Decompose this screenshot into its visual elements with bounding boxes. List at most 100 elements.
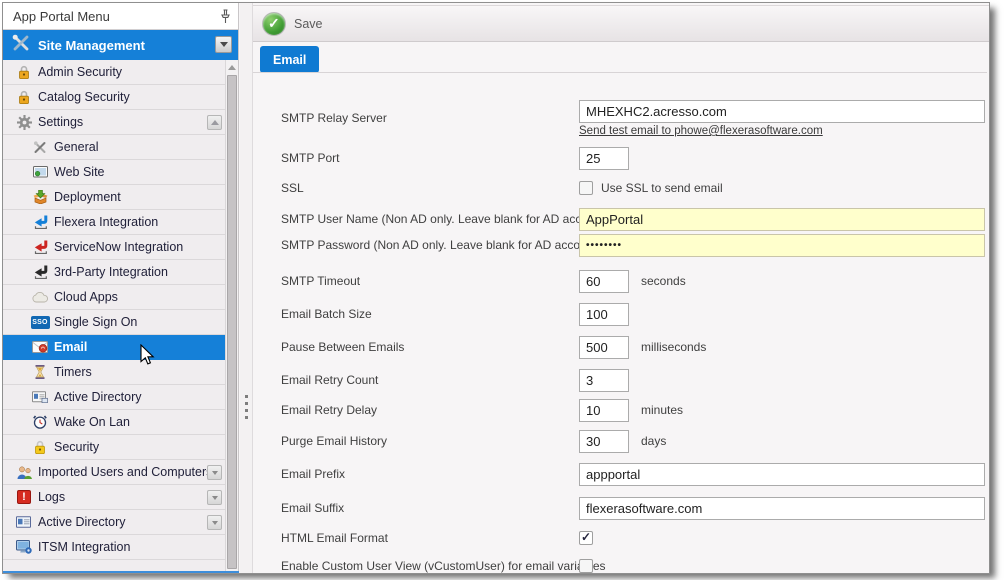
sidebar-item-active-directory-top[interactable]: Active Directory bbox=[3, 510, 226, 535]
sidebar-item-settings[interactable]: Settings bbox=[3, 110, 226, 135]
smtp-username-input[interactable] bbox=[579, 208, 985, 231]
field-label: Email Retry Count bbox=[281, 369, 577, 392]
field-label: HTML Email Format bbox=[281, 527, 577, 550]
form-row-smtp-timeout: SMTP Timeout seconds bbox=[253, 270, 987, 293]
sidebar-item-admin-security[interactable]: Admin Security bbox=[3, 60, 226, 85]
html-email-format-checkbox[interactable] bbox=[579, 531, 593, 545]
item-label: Imported Users and Computers bbox=[38, 465, 212, 479]
item-label: Settings bbox=[38, 115, 83, 129]
item-dropdown-button[interactable] bbox=[207, 465, 222, 480]
unit-label: milliseconds bbox=[641, 336, 706, 359]
unit-label: seconds bbox=[641, 270, 686, 293]
section-dropdown-button[interactable] bbox=[215, 36, 232, 53]
tools-icon bbox=[30, 141, 50, 154]
item-label: Security bbox=[54, 440, 99, 454]
form-row-smtp-user: SMTP User Name (Non AD only. Leave blank… bbox=[253, 208, 987, 231]
save-button[interactable]: Save bbox=[262, 12, 323, 36]
form-row-email-prefix: Email Prefix bbox=[253, 463, 987, 486]
email-retry-delay-input[interactable] bbox=[579, 399, 629, 422]
form-row-smtp-port: SMTP Port bbox=[253, 147, 987, 170]
sidebar-item-servicenow-integration[interactable]: ServiceNow Integration bbox=[3, 235, 226, 260]
form-row-email-suffix: Email Suffix bbox=[253, 497, 987, 520]
scrollbar-thumb[interactable] bbox=[227, 75, 237, 569]
item-dropdown-button[interactable] bbox=[207, 515, 222, 530]
item-label: Active Directory bbox=[54, 390, 142, 404]
field-label: Email Retry Delay bbox=[281, 399, 577, 422]
sidebar-item-logs[interactable]: ! Logs bbox=[3, 485, 226, 510]
field-label: SMTP Port bbox=[281, 147, 577, 170]
item-label: Active Directory bbox=[38, 515, 126, 529]
email-retry-count-input[interactable] bbox=[579, 369, 629, 392]
scroll-up-icon[interactable] bbox=[228, 65, 236, 70]
sidebar-bottom-edge bbox=[3, 571, 239, 573]
item-label: Cloud Apps bbox=[54, 290, 118, 304]
email-prefix-input[interactable] bbox=[579, 463, 985, 486]
sidebar-item-deployment[interactable]: Deployment bbox=[3, 185, 226, 210]
sidebar-item-timers[interactable]: Timers bbox=[3, 360, 226, 385]
email-envelope-icon bbox=[30, 341, 50, 353]
item-label: ITSM Integration bbox=[38, 540, 130, 554]
form-row-pause-between-emails: Pause Between Emails milliseconds bbox=[253, 336, 987, 359]
unit-label: days bbox=[641, 430, 666, 453]
ssl-checkbox-label: Use SSL to send email bbox=[601, 177, 723, 200]
section-label: Site Management bbox=[38, 38, 145, 53]
app-window: App Portal Menu Site Management Admin Se… bbox=[2, 2, 990, 574]
email-suffix-input[interactable] bbox=[579, 497, 985, 520]
sidebar-header: App Portal Menu bbox=[3, 3, 238, 30]
sidebar-item-itsm-integration[interactable]: ITSM Integration bbox=[3, 535, 226, 560]
sidebar-item-catalog-security[interactable]: Catalog Security bbox=[3, 85, 226, 110]
item-label: Single Sign On bbox=[54, 315, 137, 329]
panel-splitter[interactable] bbox=[240, 3, 253, 573]
sidebar-item-3rd-party-integration[interactable]: 3rd-Party Integration bbox=[3, 260, 226, 285]
form-row-ssl: SSL Use SSL to send email bbox=[253, 177, 987, 200]
sidebar-item-flexera-integration[interactable]: Flexera Integration bbox=[3, 210, 226, 235]
custom-user-view-checkbox[interactable] bbox=[579, 559, 593, 573]
deploy-box-icon bbox=[30, 190, 50, 204]
sidebar-item-security[interactable]: Security bbox=[3, 435, 226, 460]
smtp-port-input[interactable] bbox=[579, 147, 629, 170]
monitor-icon bbox=[30, 166, 50, 179]
item-label: Wake On Lan bbox=[54, 415, 130, 429]
sidebar-item-general[interactable]: General bbox=[3, 135, 226, 160]
item-label: Flexera Integration bbox=[54, 215, 158, 229]
field-label: SMTP Password (Non AD only. Leave blank … bbox=[281, 234, 577, 257]
users-icon bbox=[14, 466, 34, 479]
sso-badge-icon: SSO bbox=[30, 316, 50, 329]
sidebar-item-single-sign-on[interactable]: SSO Single Sign On bbox=[3, 310, 226, 335]
chevron-down-icon bbox=[212, 496, 218, 500]
form-row-email-retry-delay: Email Retry Delay minutes bbox=[253, 399, 987, 422]
tab-email[interactable]: Email bbox=[260, 46, 319, 73]
smtp-timeout-input[interactable] bbox=[579, 270, 629, 293]
monitor-gear-icon bbox=[14, 540, 34, 554]
sidebar-scrollbar[interactable] bbox=[225, 60, 238, 571]
sidebar-item-imported-users-and-computers[interactable]: Imported Users and Computers bbox=[3, 460, 226, 485]
pin-icon[interactable] bbox=[220, 9, 231, 27]
sidebar-item-partial[interactable] bbox=[3, 560, 226, 571]
item-dropdown-button[interactable] bbox=[207, 490, 222, 505]
sidebar-item-web-site[interactable]: Web Site bbox=[3, 160, 226, 185]
send-test-email-link[interactable]: Send test email to phowe@flexerasoftware… bbox=[579, 125, 823, 137]
pause-between-emails-input[interactable] bbox=[579, 336, 629, 359]
sidebar-item-wake-on-lan[interactable]: Wake On Lan bbox=[3, 410, 226, 435]
save-check-icon bbox=[262, 12, 286, 36]
smtp-relay-server-input[interactable] bbox=[579, 100, 985, 123]
save-label: Save bbox=[294, 17, 323, 31]
form-row-html-email-format: HTML Email Format bbox=[253, 527, 987, 550]
sidebar-item-email[interactable]: Email bbox=[3, 335, 226, 360]
sidebar-item-active-directory[interactable]: Active Directory bbox=[3, 385, 226, 410]
form-row-email-batch-size: Email Batch Size bbox=[253, 303, 987, 326]
sidebar-section-site-management[interactable]: Site Management bbox=[3, 30, 238, 60]
gear-icon bbox=[14, 115, 34, 130]
email-batch-size-input[interactable] bbox=[579, 303, 629, 326]
splitter-grip-icon bbox=[245, 395, 248, 419]
field-label: Email Suffix bbox=[281, 497, 577, 520]
sidebar-item-cloud-apps[interactable]: Cloud Apps bbox=[3, 285, 226, 310]
ssl-checkbox[interactable] bbox=[579, 181, 593, 195]
lock-icon bbox=[14, 65, 34, 80]
item-label: Deployment bbox=[54, 190, 121, 204]
settings-collapse-button[interactable] bbox=[207, 115, 222, 130]
field-label: Email Batch Size bbox=[281, 303, 577, 326]
item-label: Email bbox=[54, 340, 87, 354]
purge-email-history-input[interactable] bbox=[579, 430, 629, 453]
smtp-password-input[interactable] bbox=[579, 234, 985, 257]
